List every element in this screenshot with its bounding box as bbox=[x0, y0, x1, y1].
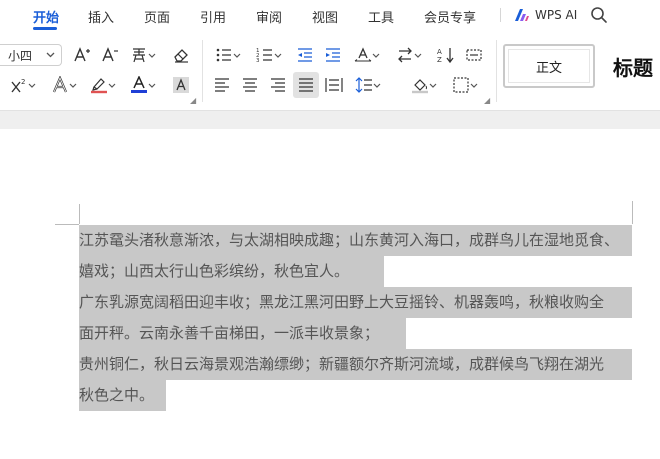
font-color-icon bbox=[131, 76, 147, 93]
margin-corner-mark bbox=[632, 201, 633, 224]
distributed-align-icon[interactable] bbox=[325, 76, 343, 94]
font-group-launcher-icon[interactable]: ◢ bbox=[190, 96, 196, 105]
tab-references[interactable]: 引用 bbox=[200, 7, 226, 26]
tab-tools[interactable]: 工具 bbox=[368, 7, 394, 26]
chevron-down-icon bbox=[470, 83, 478, 88]
style-normal-label: 正文 bbox=[508, 49, 590, 83]
style-heading[interactable]: 标题 bbox=[613, 52, 653, 81]
chevron-down-icon bbox=[148, 53, 156, 58]
svg-text:2: 2 bbox=[21, 78, 25, 86]
phonetic-guide-icon bbox=[133, 48, 145, 63]
chevron-down-icon bbox=[108, 83, 116, 88]
chevron-down-icon bbox=[233, 53, 241, 58]
styles-gallery: 正文 标题 bbox=[503, 44, 660, 92]
tab-view[interactable]: 视图 bbox=[312, 7, 338, 26]
show-hide-marks-icon[interactable] bbox=[465, 46, 483, 64]
font-size-value: 小四 bbox=[8, 48, 33, 63]
text-line-5[interactable]: 贵州铜仁，秋日云海景观浩瀚缥缈；新疆额尔齐斯河流域，成群候鸟飞翔在湖光 bbox=[79, 349, 632, 380]
align-right-icon[interactable] bbox=[269, 76, 287, 94]
chevron-down-icon bbox=[148, 83, 156, 88]
style-normal[interactable]: 正文 bbox=[503, 44, 595, 88]
group-separator bbox=[496, 40, 497, 102]
line-spacing-button[interactable] bbox=[355, 76, 381, 94]
align-left-icon[interactable] bbox=[213, 76, 231, 94]
paint-bucket-icon bbox=[412, 79, 428, 94]
justify-button[interactable] bbox=[293, 72, 319, 98]
borders-button[interactable] bbox=[452, 76, 478, 94]
highlight-color-button[interactable] bbox=[90, 76, 116, 94]
chevron-down-icon bbox=[373, 83, 381, 88]
chevron-down-icon bbox=[28, 83, 36, 88]
superscript-icon: 2 bbox=[11, 78, 25, 93]
increase-font-size-icon[interactable] bbox=[73, 46, 91, 64]
svg-text:Z: Z bbox=[437, 56, 442, 64]
text-line-6[interactable]: 秋色之中。 bbox=[79, 380, 166, 411]
tab-page[interactable]: 页面 bbox=[144, 7, 170, 26]
character-spacing-button[interactable] bbox=[354, 46, 380, 64]
chevron-down-icon bbox=[46, 52, 55, 58]
increase-indent-icon[interactable] bbox=[324, 46, 342, 64]
character-shading-icon[interactable] bbox=[172, 76, 190, 94]
sort-icon[interactable]: A Z bbox=[437, 46, 455, 64]
wps-ai-button[interactable]: WPS AI bbox=[514, 6, 577, 24]
tab-insert[interactable]: 插入 bbox=[88, 7, 114, 26]
numbered-list-icon: 1 2 3 bbox=[256, 48, 272, 64]
text-direction-icon bbox=[398, 47, 412, 63]
svg-text:A: A bbox=[437, 48, 442, 56]
bullet-list-icon bbox=[216, 48, 231, 62]
search-icon[interactable] bbox=[590, 6, 608, 24]
align-center-icon[interactable] bbox=[241, 76, 259, 94]
chevron-down-icon bbox=[69, 83, 77, 88]
tab-review[interactable]: 审阅 bbox=[256, 7, 282, 26]
chevron-down-icon bbox=[414, 53, 422, 58]
text-line-1[interactable]: 江苏鼋头渚秋意渐浓，与太湖相映成趣；山东黄河入海口，成群鸟儿在湿地觅食、 bbox=[79, 225, 632, 256]
menu-bar: 开始 插入 页面 引用 审阅 视图 工具 会员专享 WPS AI bbox=[0, 0, 660, 30]
menu-separator bbox=[500, 8, 501, 22]
group-separator bbox=[202, 40, 203, 102]
margin-corner-mark bbox=[55, 224, 79, 225]
align-justify-icon bbox=[299, 78, 313, 92]
margin-corner-mark bbox=[79, 204, 80, 224]
text-line-3[interactable]: 广东乳源宽阔稻田迎丰收；黑龙江黑河田野上大豆摇铃、机器轰鸣，秋粮收购全 bbox=[79, 287, 632, 318]
paragraph-shading-button[interactable] bbox=[411, 76, 437, 94]
character-spacing-icon bbox=[354, 47, 372, 62]
border-icon bbox=[453, 77, 469, 93]
line-spacing-icon bbox=[355, 77, 372, 93]
text-effect-icon bbox=[52, 76, 68, 93]
decrease-indent-icon[interactable] bbox=[296, 46, 314, 64]
chevron-down-icon bbox=[429, 83, 437, 88]
wps-ai-logo-icon bbox=[515, 9, 529, 21]
wps-ai-label: WPS AI bbox=[535, 8, 578, 22]
active-tab-indicator bbox=[33, 27, 57, 30]
text-line-4[interactable]: 面开秤。云南永善千亩梯田，一派丰收景象； bbox=[79, 318, 406, 349]
phonetic-guide-button[interactable] bbox=[130, 46, 156, 64]
text-direction-button[interactable] bbox=[396, 46, 422, 64]
ruler-strip bbox=[0, 110, 660, 130]
text-effect-button[interactable] bbox=[51, 76, 77, 94]
highlighter-icon bbox=[91, 78, 107, 94]
chevron-down-icon bbox=[372, 53, 380, 58]
font-size-select[interactable]: 小四 bbox=[0, 44, 62, 66]
text-line-2[interactable]: 嬉戏；山西太行山色彩缤纷，秋色宜人。 bbox=[79, 256, 384, 287]
tab-home[interactable]: 开始 bbox=[33, 7, 59, 26]
numbered-list-button[interactable]: 1 2 3 bbox=[256, 46, 282, 64]
ribbon-toolbar: 小四 2 ◢ 1 2 3 A Z ◢ 正文 标题 bbox=[0, 36, 660, 106]
document-page[interactable]: 江苏鼋头渚秋意渐浓，与太湖相映成趣；山东黄河入海口，成群鸟儿在湿地觅食、 嬉戏；… bbox=[0, 129, 660, 459]
superscript-button[interactable]: 2 bbox=[10, 76, 36, 94]
bullet-list-button[interactable] bbox=[215, 46, 241, 64]
font-color-button[interactable] bbox=[130, 76, 156, 94]
decrease-font-size-icon[interactable] bbox=[101, 46, 119, 64]
paragraph-group-launcher-icon[interactable]: ◢ bbox=[484, 96, 490, 105]
chevron-down-icon bbox=[274, 53, 282, 58]
clear-format-eraser-icon[interactable] bbox=[172, 46, 190, 64]
svg-text:3: 3 bbox=[256, 58, 260, 64]
tab-membership[interactable]: 会员专享 bbox=[424, 7, 476, 26]
